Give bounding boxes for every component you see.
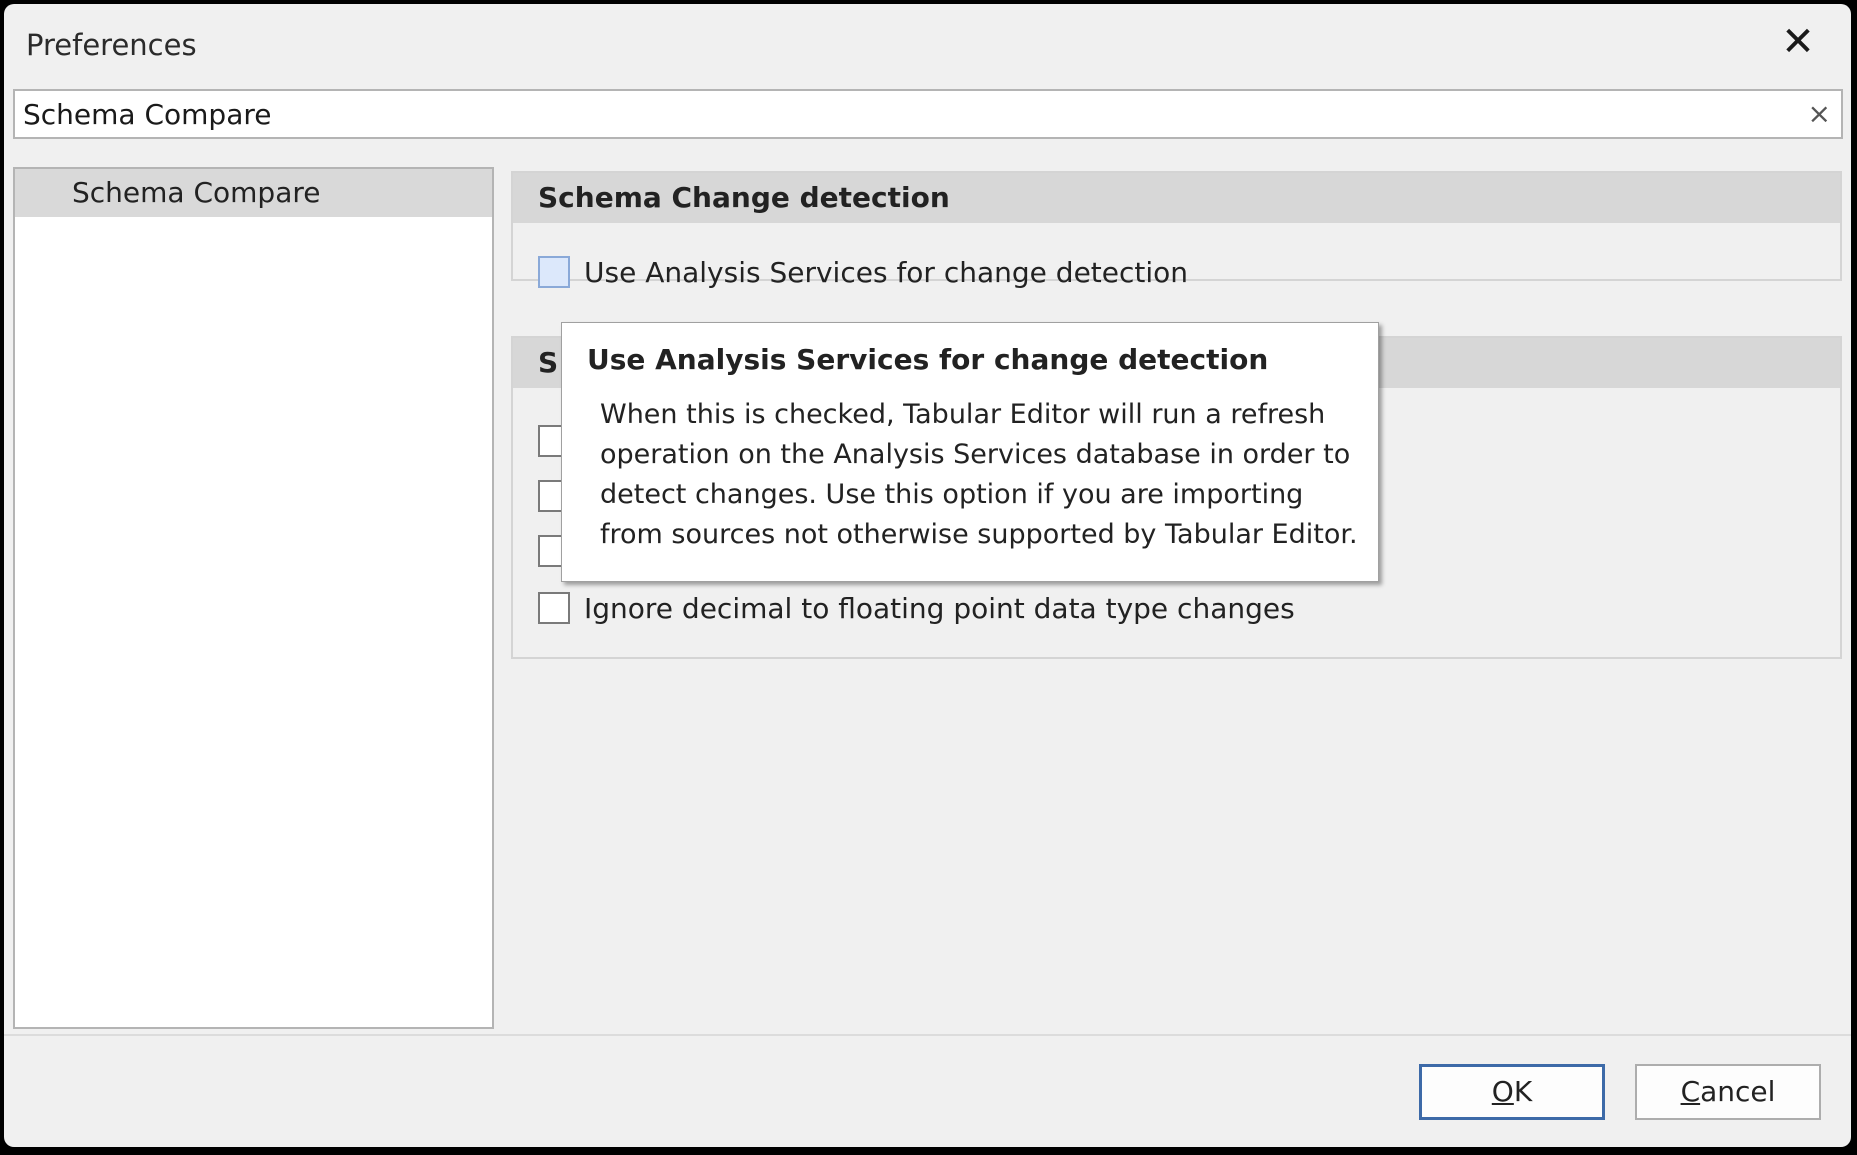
group-schema-change-detection: Schema Change detection Use Analysis Ser…	[511, 171, 1842, 289]
tooltip-title: Use Analysis Services for change detecti…	[587, 343, 1269, 376]
tooltip: Use Analysis Services for change detecti…	[561, 322, 1379, 582]
checkbox[interactable]	[538, 592, 570, 624]
tree-item-schema-compare[interactable]: Schema Compare	[15, 169, 492, 217]
group-header: Schema Change detection	[513, 173, 1840, 223]
tooltip-body: When this is checked, Tabular Editor wil…	[600, 399, 1358, 550]
footer-divider	[4, 1034, 1851, 1036]
preferences-dialog: Preferences ✕ × Schema Compare Schema Ch…	[4, 4, 1851, 1147]
ok-label-rest: K	[1513, 1075, 1533, 1108]
clear-icon[interactable]: ×	[1808, 97, 1831, 131]
cancel-accelerator: C	[1680, 1075, 1701, 1108]
search-input[interactable]	[23, 97, 1793, 131]
cancel-label-rest: ancel	[1700, 1075, 1776, 1108]
search-box: ×	[13, 89, 1843, 139]
option-ignore-decimal-to-float[interactable]: Ignore decimal to floating point data ty…	[538, 590, 1295, 626]
checkbox[interactable]	[538, 256, 570, 288]
category-tree: Schema Compare	[13, 167, 494, 1029]
ok-button[interactable]: OK	[1419, 1064, 1605, 1120]
dialog-title: Preferences	[26, 28, 197, 62]
option-use-analysis-services[interactable]: Use Analysis Services for change detecti…	[538, 254, 1188, 290]
option-label: Ignore decimal to floating point data ty…	[584, 591, 1295, 625]
close-icon[interactable]: ✕	[1780, 22, 1816, 62]
cancel-button[interactable]: Cancel	[1635, 1064, 1821, 1120]
option-label: Use Analysis Services for change detecti…	[584, 255, 1189, 289]
ok-accelerator: O	[1491, 1075, 1514, 1108]
